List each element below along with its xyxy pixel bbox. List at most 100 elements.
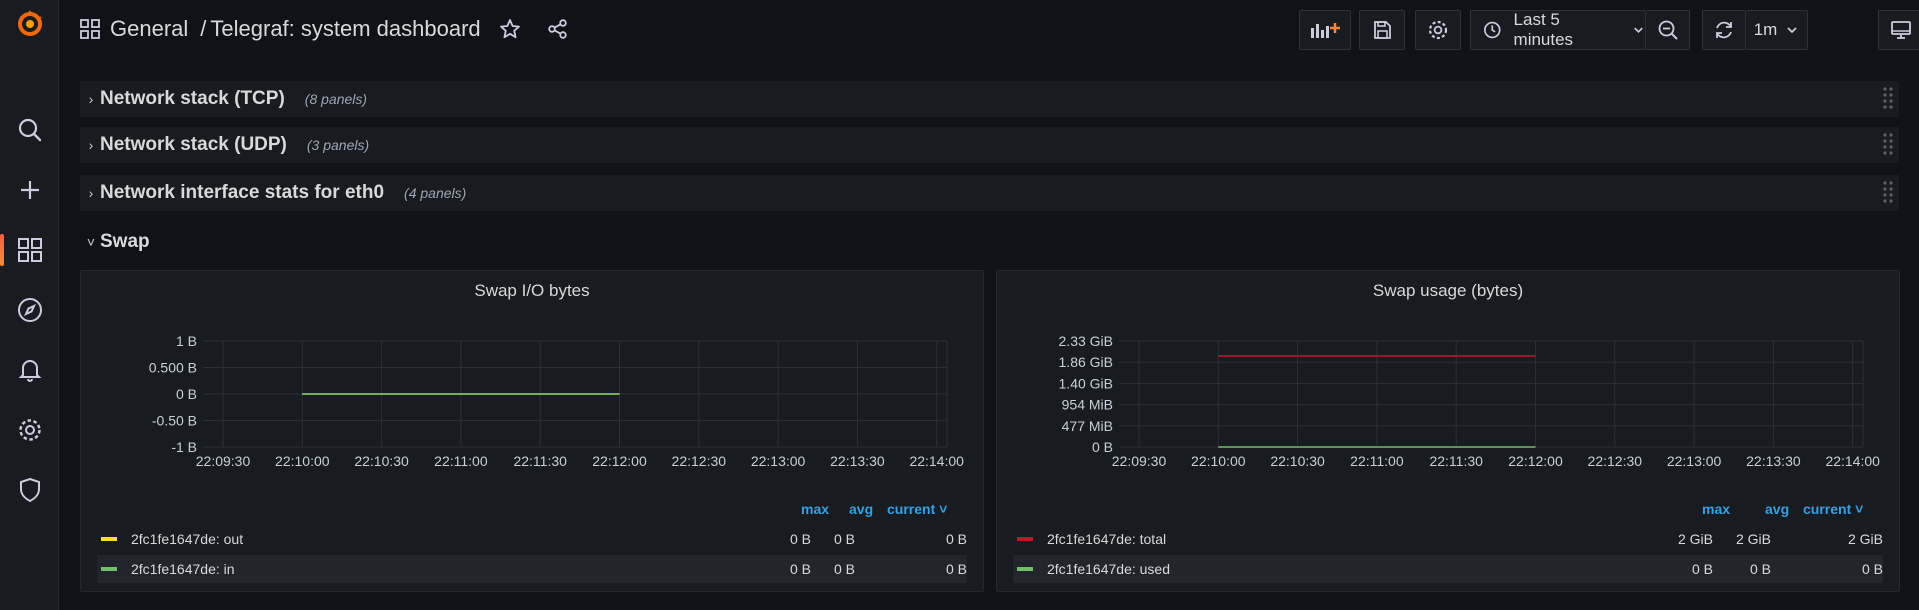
legend-header-max[interactable]: max: [1702, 501, 1730, 517]
x-tick-label: 22:09:30: [1112, 453, 1167, 469]
legend-series-name: 2fc1fe1647de: used: [1047, 561, 1170, 577]
row-swap[interactable]: ˅ Swap: [80, 228, 150, 256]
x-tick-label: 22:11:30: [1429, 453, 1483, 469]
plus-icon: [20, 181, 39, 199]
legend-max: 0 B: [789, 531, 811, 547]
time-picker-button[interactable]: Last 5 minutes: [1470, 10, 1646, 50]
legend-header-current[interactable]: current ˅: [1803, 501, 1863, 517]
series-color-swatch[interactable]: [1017, 567, 1033, 571]
chevron-down-icon: ˅: [1855, 501, 1864, 517]
x-tick-label: 22:11:00: [434, 453, 488, 469]
refresh-icon: [1716, 21, 1732, 39]
y-tick-label: 1.40 GiB: [1059, 375, 1113, 391]
y-tick-label: 954 MiB: [1062, 397, 1113, 413]
legend-max: 0 B: [1691, 561, 1713, 577]
refresh-interval-label: 1m: [1753, 20, 1778, 39]
shield-icon: [19, 477, 40, 503]
panel-title[interactable]: Swap I/O bytes: [81, 281, 983, 301]
series-color-swatch[interactable]: [101, 567, 117, 571]
dashboard-title[interactable]: Telegraf: system dashboard: [210, 16, 480, 42]
x-tick-label: 22:12:30: [1588, 453, 1643, 469]
row-network-eth0[interactable]: › Network interface stats for eth0 (4 pa…: [80, 175, 1899, 211]
refresh-interval-picker[interactable]: 1m: [1746, 10, 1808, 50]
x-tick-label: 22:11:30: [513, 453, 567, 469]
x-tick-label: 22:14:00: [1825, 453, 1880, 469]
legend-row[interactable]: 2fc1fe1647de: used 0 B 0 B 0 B: [1013, 555, 1883, 583]
save-dashboard-button[interactable]: [1359, 10, 1405, 50]
create-nav[interactable]: [0, 168, 59, 212]
y-tick-label: 1 B: [176, 333, 197, 349]
row-network-tcp[interactable]: › Network stack (TCP) (8 panels): [80, 81, 1899, 117]
alerting-nav[interactable]: [0, 348, 59, 392]
configuration-nav[interactable]: [0, 408, 59, 452]
y-tick-label: 2.33 GiB: [1059, 333, 1113, 349]
x-tick-label: 22:13:30: [830, 453, 885, 469]
legend-series-name: 2fc1fe1647de: out: [131, 531, 244, 547]
dashboards-grid-icon: [17, 238, 42, 262]
x-tick-label: 22:14:00: [909, 453, 964, 469]
legend-series-name: 2fc1fe1647de: in: [131, 561, 235, 577]
server-admin-nav[interactable]: [0, 468, 59, 512]
refresh-button[interactable]: [1702, 10, 1746, 50]
x-tick-label: 22:10:00: [275, 453, 330, 469]
panel-swap-usage: Swap usage (bytes) 22:09:30 22:10:00 22:10…: [996, 270, 1900, 592]
y-tick-label: 477 MiB: [1062, 418, 1113, 434]
x-tick-label: 22:13:00: [751, 453, 806, 469]
series-color-swatch[interactable]: [1017, 537, 1033, 541]
dashboard-settings-button[interactable]: [1415, 10, 1461, 50]
legend-header-max[interactable]: max: [801, 501, 829, 517]
gear-icon: [1428, 20, 1448, 40]
legend-current: 0 B: [1861, 561, 1883, 577]
legend-header-avg[interactable]: avg: [1765, 501, 1789, 517]
drag-handle-icon[interactable]: [1881, 85, 1895, 113]
y-tick-label: -1 B: [171, 439, 197, 455]
legend-row[interactable]: 2fc1fe1647de: in 0 B 0 B 0 B: [97, 555, 967, 583]
row-network-udp[interactable]: › Network stack (UDP) (3 panels): [80, 127, 1899, 163]
legend-avg: 0 B: [1749, 561, 1771, 577]
legend-row[interactable]: 2fc1fe1647de: total 2 GiB 2 GiB 2 GiB: [1013, 525, 1883, 553]
chevron-down-icon: ˅: [939, 501, 948, 517]
y-tick-label: 0 B: [176, 386, 197, 402]
legend-header-avg[interactable]: avg: [849, 501, 873, 517]
drag-handle-icon[interactable]: [1881, 179, 1895, 207]
compass-icon: [17, 298, 42, 322]
grafana-logo[interactable]: [0, 0, 59, 46]
add-panel-button[interactable]: [1299, 10, 1351, 50]
legend-row[interactable]: 2fc1fe1647de: out 0 B 0 B 0 B: [97, 525, 967, 553]
drag-handle-icon[interactable]: [1881, 131, 1895, 159]
save-icon: [1374, 21, 1391, 39]
series-color-swatch[interactable]: [101, 537, 117, 541]
row-title: Network stack (UDP): [100, 134, 287, 155]
x-tick-label: 22:13:00: [1667, 453, 1722, 469]
chevron-right-icon: ›: [88, 91, 94, 107]
legend-current: 2 GiB: [1847, 531, 1883, 547]
panel-title[interactable]: Swap usage (bytes): [997, 281, 1899, 301]
chevron-right-icon: ›: [88, 185, 94, 201]
breadcrumb-folder[interactable]: General: [110, 16, 188, 42]
legend-header-current-label: current: [887, 501, 936, 517]
legend-header-current[interactable]: current ˅: [887, 501, 947, 517]
y-tick-label: -0.50 B: [152, 413, 197, 429]
legend-avg: 2 GiB: [1735, 531, 1771, 547]
dashboards-nav[interactable]: [0, 228, 59, 272]
main-area: General / Telegraf: system dashboard Las…: [60, 0, 1919, 610]
tv-mode-button[interactable]: [1878, 10, 1919, 50]
legend-current: 0 B: [945, 531, 967, 547]
zoom-out-button[interactable]: [1646, 10, 1690, 50]
share-icon[interactable]: [547, 18, 569, 40]
explore-nav[interactable]: [0, 288, 59, 332]
star-icon[interactable]: [499, 18, 521, 40]
legend-header-current-label: current: [1803, 501, 1852, 517]
search-icon: [18, 118, 41, 142]
swap-io-chart: 22:09:30 22:10:00 22:10:30 22:11:00 22:11:30…: [149, 333, 964, 469]
x-tick-label: 22:10:30: [1270, 453, 1325, 469]
x-tick-label: 22:09:30: [196, 453, 251, 469]
chevron-down-icon: [1634, 27, 1643, 34]
search-nav[interactable]: [0, 108, 59, 152]
chevron-right-icon: ›: [88, 137, 94, 153]
row-panel-count: (8 panels): [304, 91, 368, 107]
x-tick-label: 22:10:00: [1191, 453, 1246, 469]
panel-swap-io: Swap I/O bytes 22:09:30 22:10:00 22:10:30 2…: [80, 270, 984, 592]
bell-icon: [18, 360, 41, 382]
x-tick-label: 22:10:30: [354, 453, 409, 469]
